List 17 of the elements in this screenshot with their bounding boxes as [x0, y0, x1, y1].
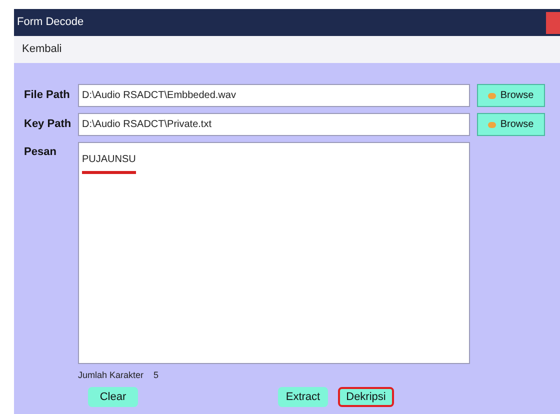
close-button[interactable]: [546, 12, 560, 34]
action-button[interactable]: Clear: [88, 386, 138, 406]
message-text: PUJAUNSU: [82, 152, 136, 174]
action-button[interactable]: Extract: [278, 386, 328, 406]
browse-button[interactable]: Browse: [477, 84, 545, 107]
message-field[interactable]: PUJAUNSU: [78, 142, 470, 364]
field-label: Key Path: [24, 117, 72, 132]
browse-button[interactable]: Browse: [477, 113, 545, 136]
field-label: Pesan: [24, 145, 58, 160]
count-value: 5: [154, 369, 159, 382]
path-field[interactable]: D:\Audio RSADCT\Private.txt: [78, 113, 470, 136]
count-label: Jumlah Karakter: [78, 369, 144, 382]
action-button[interactable]: Dekripsi: [338, 386, 394, 406]
path-field[interactable]: D:\Audio RSADCT\Embbeded.wav: [78, 84, 470, 107]
window-title: Form Decode: [17, 15, 84, 30]
menu-item[interactable]: Kembali: [22, 41, 62, 58]
field-label: File Path: [24, 88, 71, 104]
